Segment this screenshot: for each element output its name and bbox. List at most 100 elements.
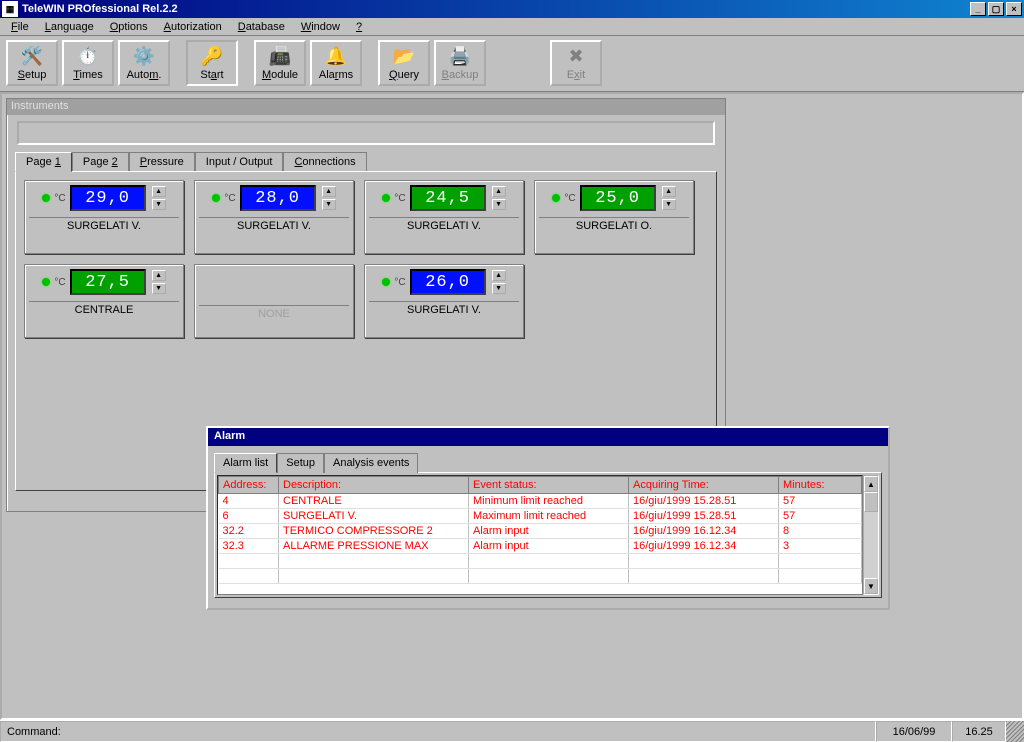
cell-time: 16/giu/1999 15.28.51 [629, 509, 779, 524]
toolbar-times[interactable]: ⏱️ Times [62, 40, 114, 86]
alarm-row[interactable]: 32.2TERMICO COMPRESSORE 2Alarm input16/g… [219, 524, 862, 539]
spin-down-button[interactable]: ▼ [152, 199, 166, 210]
module-icon: 📠 [269, 45, 291, 67]
status-led-icon [42, 278, 50, 286]
cell-minutes: 57 [779, 509, 862, 524]
tab-alarm-list[interactable]: Alarm list [214, 453, 277, 473]
cell-address: 32.2 [219, 524, 279, 539]
instrument-card[interactable]: °C28,0▲▼SURGELATI V. [194, 180, 354, 254]
tab-io[interactable]: Input / Output [195, 152, 284, 172]
instrument-card[interactable]: °C25,0▲▼SURGELATI O. [534, 180, 694, 254]
unit-label: °C [54, 193, 65, 204]
toolbar-start[interactable]: 🔑 Start [186, 40, 238, 86]
unit-label: °C [54, 277, 65, 288]
cell-minutes: 57 [779, 494, 862, 509]
col-description[interactable]: Description: [279, 477, 469, 494]
toolbar-exit[interactable]: ✖ Exit [550, 40, 602, 86]
alarm-tabs: Alarm list Setup Analysis events [214, 452, 882, 472]
alarm-row[interactable]: 6SURGELATI V.Maximum limit reached16/giu… [219, 509, 862, 524]
unit-label: °C [394, 277, 405, 288]
status-command: Command: [0, 721, 876, 742]
instrument-card[interactable]: NONE [194, 264, 354, 338]
menu-options[interactable]: Options [103, 20, 155, 34]
alarm-row[interactable]: 4CENTRALEMinimum limit reached16/giu/199… [219, 494, 862, 509]
printer-icon: 🖨️ [449, 45, 471, 67]
scroll-down-button[interactable]: ▼ [864, 578, 878, 594]
menu-window[interactable]: Window [294, 20, 347, 34]
spin-down-button[interactable]: ▼ [322, 199, 336, 210]
spin-down-button[interactable]: ▼ [152, 283, 166, 294]
cell-address: 4 [219, 494, 279, 509]
maximize-button[interactable]: ▢ [988, 2, 1004, 16]
instrument-card[interactable]: °C29,0▲▼SURGELATI V. [24, 180, 184, 254]
scroll-up-button[interactable]: ▲ [864, 476, 878, 492]
spin-down-button[interactable]: ▼ [492, 199, 506, 210]
instruments-name-field[interactable] [17, 121, 715, 145]
toolbar-alarms[interactable]: 🔔 Alarms [310, 40, 362, 86]
spin-down-button[interactable]: ▼ [492, 283, 506, 294]
spin-up-button[interactable]: ▲ [322, 186, 336, 197]
alarm-row[interactable]: 32.3ALLARME PRESSIONE MAXAlarm input16/g… [219, 539, 862, 554]
col-status[interactable]: Event status: [469, 477, 629, 494]
col-time[interactable]: Acquiring Time: [629, 477, 779, 494]
alarm-title: Alarm [208, 428, 888, 446]
spin-up-button[interactable]: ▲ [492, 186, 506, 197]
instrument-label: SURGELATI V. [369, 301, 519, 315]
tab-alarm-setup[interactable]: Setup [277, 453, 324, 473]
toolbar-query[interactable]: 📂 Query [378, 40, 430, 86]
status-led-icon [382, 194, 390, 202]
scroll-thumb[interactable] [864, 492, 878, 512]
spin-up-button[interactable]: ▲ [662, 186, 676, 197]
instrument-spinner[interactable]: ▲▼ [492, 270, 506, 294]
spin-up-button[interactable]: ▲ [152, 186, 166, 197]
instrument-spinner[interactable]: ▲▼ [492, 186, 506, 210]
status-led-icon [552, 194, 560, 202]
alarm-row-empty [219, 569, 862, 584]
instrument-spinner[interactable]: ▲▼ [152, 270, 166, 294]
status-time: 16.25 [952, 721, 1006, 742]
tab-connections[interactable]: Connections [283, 152, 366, 172]
spin-up-button[interactable]: ▲ [492, 270, 506, 281]
toolbar-backup[interactable]: 🖨️ Backup [434, 40, 486, 86]
tab-pressure[interactable]: Pressure [129, 152, 195, 172]
instrument-display: 28,0 [240, 185, 316, 211]
toolbar-setup[interactable]: 🛠️ Setup [6, 40, 58, 86]
menu-database[interactable]: Database [231, 20, 292, 34]
tab-page1[interactable]: Page 1 [15, 152, 72, 172]
cell-address: 32.3 [219, 539, 279, 554]
menu-autorization[interactable]: Autorization [157, 20, 229, 34]
menu-help[interactable]: ? [349, 20, 369, 34]
instrument-spinner[interactable]: ▲▼ [322, 186, 336, 210]
col-minutes[interactable]: Minutes: [779, 477, 862, 494]
col-address[interactable]: Address: [219, 477, 279, 494]
instrument-card[interactable]: °C24,5▲▼SURGELATI V. [364, 180, 524, 254]
instrument-card[interactable]: °C26,0▲▼SURGELATI V. [364, 264, 524, 338]
close-button[interactable]: × [1006, 2, 1022, 16]
resize-grip[interactable] [1006, 721, 1024, 742]
toolbar-module[interactable]: 📠 Module [254, 40, 306, 86]
tab-page2[interactable]: Page 2 [72, 152, 129, 172]
cell-description: CENTRALE [279, 494, 469, 509]
status-led-icon [42, 194, 50, 202]
instrument-label: SURGELATI V. [29, 217, 179, 231]
menu-bar: File Language Options Autorization Datab… [0, 18, 1024, 36]
instrument-display: 24,5 [410, 185, 486, 211]
unit-label: °C [224, 193, 235, 204]
cell-time: 16/giu/1999 16.12.34 [629, 539, 779, 554]
menu-file[interactable]: File [4, 20, 36, 34]
instrument-card[interactable]: °C27,5▲▼CENTRALE [24, 264, 184, 338]
tab-alarm-analysis[interactable]: Analysis events [324, 453, 418, 473]
menu-language[interactable]: Language [38, 20, 101, 34]
toolbar-autom[interactable]: ⚙️ Autom. [118, 40, 170, 86]
scroll-track[interactable] [864, 512, 878, 578]
alarm-scrollbar[interactable]: ▲ ▼ [863, 475, 879, 595]
instrument-spinner[interactable]: ▲▼ [152, 186, 166, 210]
instrument-display: 27,5 [70, 269, 146, 295]
spin-down-button[interactable]: ▼ [662, 199, 676, 210]
minimize-button[interactable]: _ [970, 2, 986, 16]
status-led-icon [212, 194, 220, 202]
spin-up-button[interactable]: ▲ [152, 270, 166, 281]
cell-minutes: 3 [779, 539, 862, 554]
instrument-spinner[interactable]: ▲▼ [662, 186, 676, 210]
tools-icon: 🛠️ [21, 45, 43, 67]
